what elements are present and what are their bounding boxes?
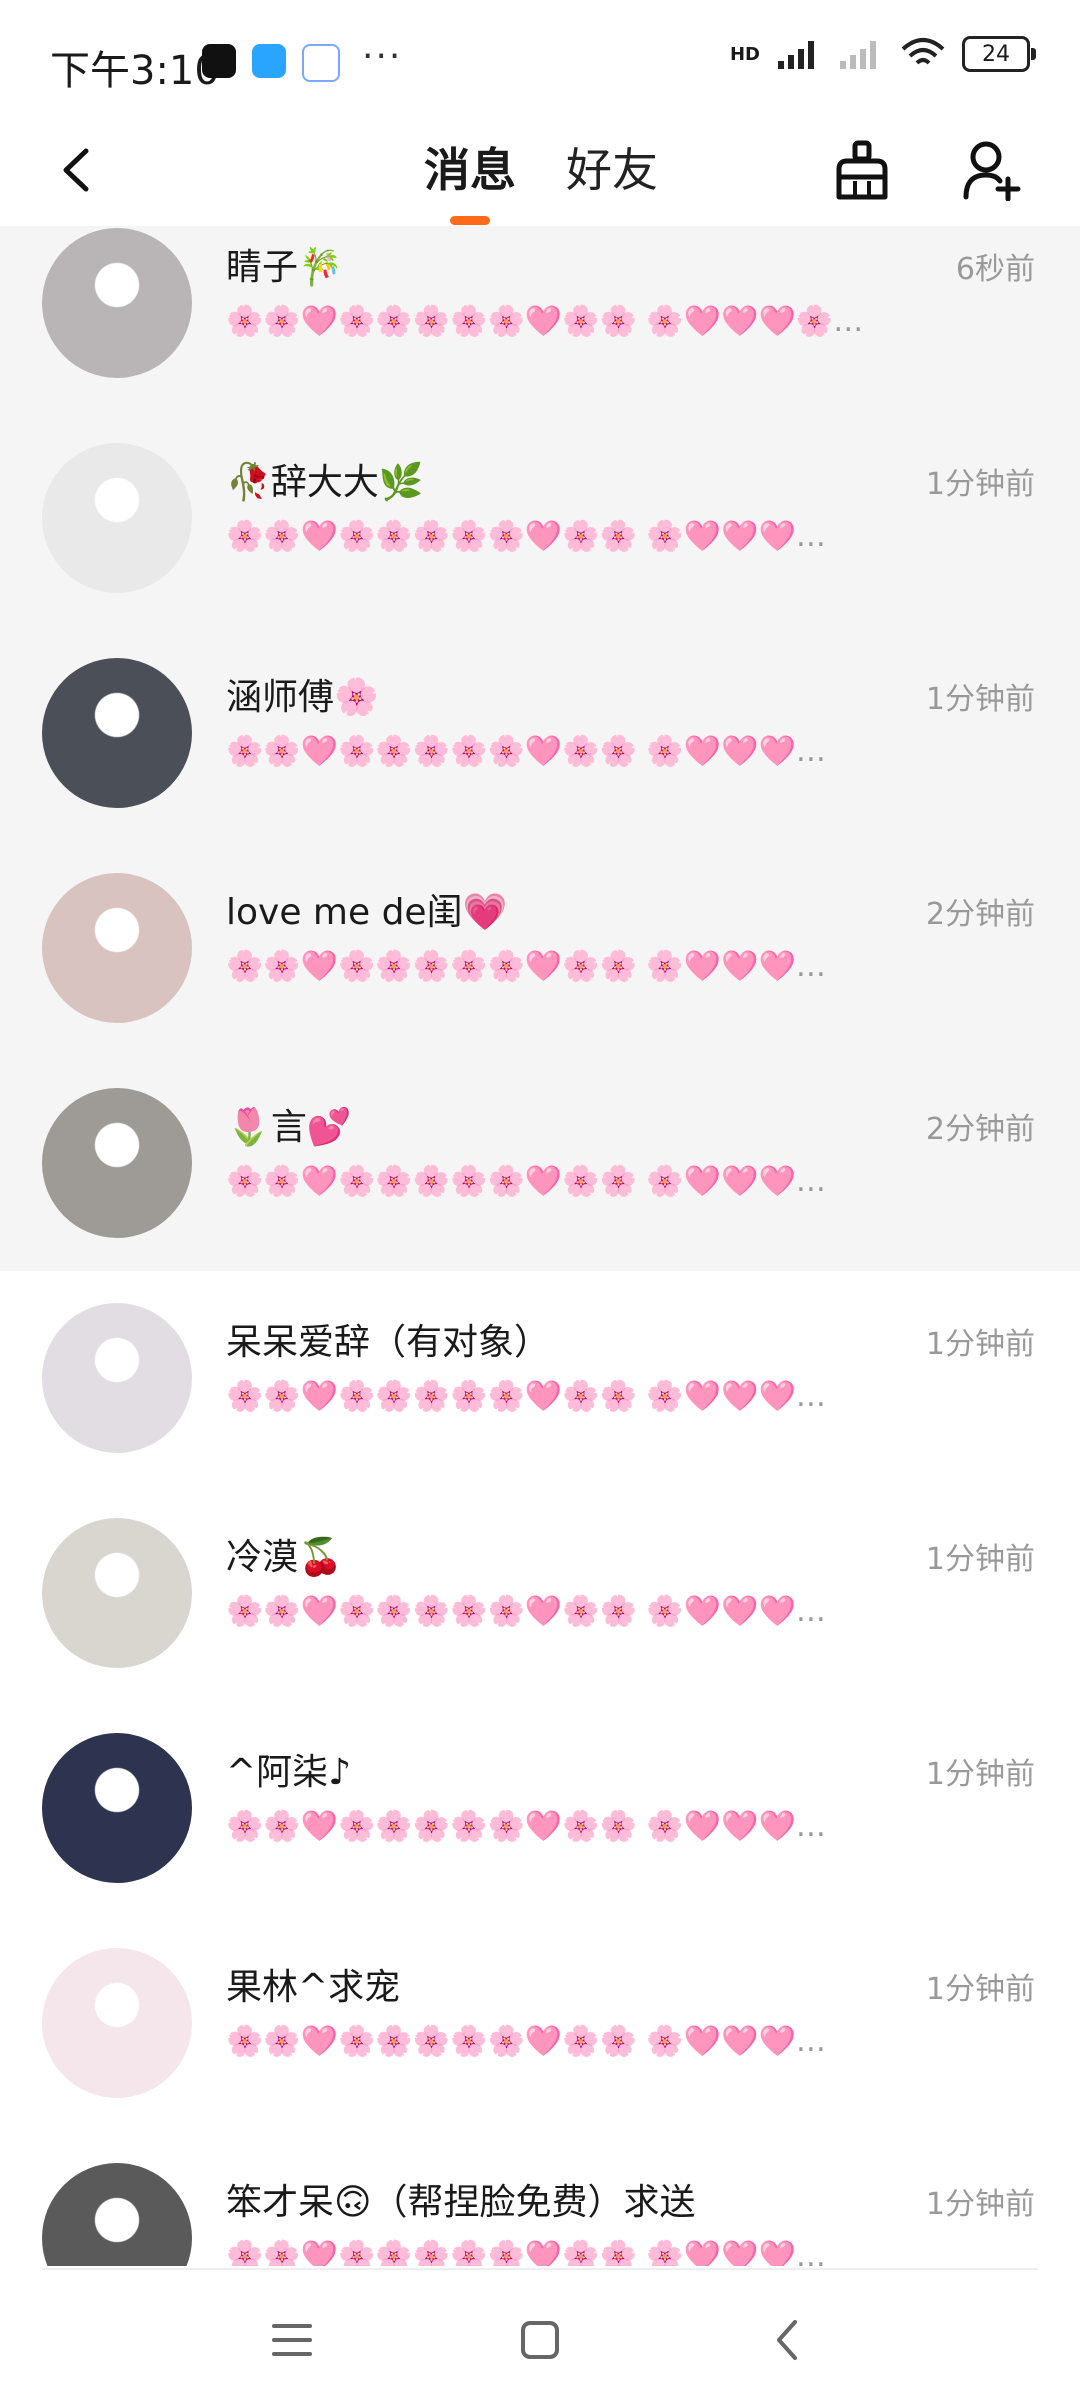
contact-name: 呆呆爱辞（有对象） <box>226 1322 551 1363</box>
status-indicators: HD 24 <box>729 36 1036 72</box>
message-preview: 🌸🌸🩷🌸🌸🌸🌸🌸🩷🌸🌸 🌸🩷🩷🩷… <box>226 1164 826 1199</box>
message-preview: 🌸🌸🩷🌸🌸🌸🌸🌸🩷🌸🌸 🌸🩷🩷🩷… <box>226 1809 826 1844</box>
contact-name: ^阿柒♪ <box>226 1752 352 1793</box>
avatar[interactable] <box>42 873 192 1023</box>
contact-name: 冷漠🍒 <box>226 1537 343 1578</box>
avatar[interactable] <box>42 658 192 808</box>
message-time: 2分钟前 <box>925 897 1035 932</box>
message-preview: 🌸🌸🩷🌸🌸🌸🌸🌸🩷🌸🌸 🌸🩷🩷🩷… <box>226 949 826 984</box>
tab-friends[interactable]: 好友 <box>566 134 658 200</box>
more-notifications-icon: ··· <box>362 36 403 77</box>
active-tab-indicator <box>450 216 490 225</box>
conversation-row[interactable]: ^阿柒♪ 1分钟前 🌸🌸🩷🌸🌸🌸🌸🌸🩷🌸🌸 🌸🩷🩷🩷… <box>0 1701 1080 1916</box>
conversation-row[interactable]: love me de闺💗 2分钟前 🌸🌸🩷🌸🌸🌸🌸🌸🩷🌸🌸 🌸🩷🩷🩷… <box>0 841 1080 1056</box>
message-time: 1分钟前 <box>925 1542 1035 1577</box>
conversation-row[interactable]: 涵师傅🌸 1分钟前 🌸🌸🩷🌸🌸🌸🌸🌸🩷🌸🌸 🌸🩷🩷🩷… <box>0 626 1080 841</box>
cloud-icon <box>302 44 340 82</box>
conversation-row[interactable]: 冷漠🍒 1分钟前 🌸🌸🩷🌸🌸🌸🌸🌸🩷🌸🌸 🌸🩷🩷🩷… <box>0 1486 1080 1701</box>
conversation-row[interactable]: 笨才呆🙃（帮捏脸免费）求送 1分钟前 🌸🌸🩷🌸🌸🌸🌸🌸🩷🌸🌸 🌸🩷🩷🩷… <box>0 2131 1080 2266</box>
tab-messages[interactable]: 消息 <box>424 134 516 200</box>
message-preview: 🌸🌸🩷🌸🌸🌸🌸🌸🩷🌸🌸 🌸🩷🩷🩷… <box>226 734 826 769</box>
conversation-row[interactable]: 睛子🎋 6秒前 🌸🌸🩷🌸🌸🌸🌸🌸🩷🌸🌸 🌸🩷🩷🩷🌸… <box>0 226 1080 411</box>
message-time: 1分钟前 <box>925 1757 1035 1792</box>
avatar[interactable] <box>42 1518 192 1668</box>
message-time: 1分钟前 <box>925 682 1035 717</box>
message-preview: 🌸🌸🩷🌸🌸🌸🌸🌸🩷🌸🌸 🌸🩷🩷🩷… <box>226 2024 826 2059</box>
avatar[interactable] <box>42 228 192 378</box>
battery-indicator: 24 <box>962 36 1036 72</box>
message-time: 1分钟前 <box>925 2187 1035 2222</box>
back-button[interactable] <box>36 130 116 210</box>
avatar[interactable] <box>42 1948 192 2098</box>
avatar[interactable] <box>42 1733 192 1883</box>
conversation-row[interactable]: 🌷言💕 2分钟前 🌸🌸🩷🌸🌸🌸🌸🌸🩷🌸🌸 🌸🩷🩷🩷… <box>0 1056 1080 1271</box>
message-time: 6秒前 <box>955 252 1035 287</box>
back-chevron-icon <box>777 2320 797 2360</box>
message-preview: 🌸🌸🩷🌸🌸🌸🌸🌸🩷🌸🌸 🌸🩷🩷🩷🌸… <box>226 304 864 339</box>
contact-name: love me de闺💗 <box>226 892 508 933</box>
status-time: 下午3:10 <box>50 48 220 94</box>
contact-name: 🌷言💕 <box>226 1107 352 1148</box>
system-nav-bar <box>0 2270 1080 2400</box>
back-arrow-icon <box>63 148 89 192</box>
avatar[interactable] <box>42 1088 192 1238</box>
contact-name: 睛子🎋 <box>226 247 343 288</box>
home-square-icon <box>521 2321 559 2359</box>
add-friend-button[interactable] <box>952 130 1032 210</box>
avatar[interactable] <box>42 443 192 593</box>
network-label: HD <box>729 43 760 65</box>
menu-icon <box>272 2324 312 2356</box>
status-bar: 下午3:10 ··· HD 24 <box>0 0 1080 120</box>
conversation-row[interactable]: 🥀辞大大🌿 1分钟前 🌸🌸🩷🌸🌸🌸🌸🌸🩷🌸🌸 🌸🩷🩷🩷… <box>0 411 1080 626</box>
message-time: 1分钟前 <box>925 1327 1035 1362</box>
clear-unread-button[interactable] <box>822 130 902 210</box>
signal-empty-icon <box>840 41 876 69</box>
message-preview: 🌸🌸🩷🌸🌸🌸🌸🌸🩷🌸🌸 🌸🩷🩷🩷… <box>226 1379 826 1414</box>
app-icon <box>252 44 286 78</box>
contact-name: 🥀辞大大🌿 <box>226 462 424 503</box>
message-time: 1分钟前 <box>925 1972 1035 2007</box>
home-button[interactable] <box>500 2300 580 2380</box>
battery-level: 24 <box>982 41 1010 67</box>
contact-name: 笨才呆🙃（帮捏脸免费）求送 <box>226 2182 696 2223</box>
wifi-icon <box>901 38 945 65</box>
conversation-row[interactable]: 果林^求宠 1分钟前 🌸🌸🩷🌸🌸🌸🌸🌸🩷🌸🌸 🌸🩷🩷🩷… <box>0 1916 1080 2131</box>
top-nav: 消息 好友 <box>0 120 1080 226</box>
message-time: 2分钟前 <box>925 1112 1035 1147</box>
message-preview: 🌸🌸🩷🌸🌸🌸🌸🌸🩷🌸🌸 🌸🩷🩷🩷… <box>226 519 826 554</box>
message-preview: 🌸🌸🩷🌸🌸🌸🌸🌸🩷🌸🌸 🌸🩷🩷🩷… <box>226 1594 826 1629</box>
signal-icon <box>778 41 814 69</box>
add-person-icon <box>963 141 1021 201</box>
message-preview: 🌸🌸🩷🌸🌸🌸🌸🌸🩷🌸🌸 🌸🩷🩷🩷… <box>226 2239 826 2266</box>
tiktok-icon <box>202 44 236 78</box>
contact-name: 涵师傅🌸 <box>226 677 379 718</box>
conversation-row[interactable]: 呆呆爱辞（有对象） 1分钟前 🌸🌸🩷🌸🌸🌸🌸🌸🩷🌸🌸 🌸🩷🩷🩷… <box>0 1271 1080 1486</box>
message-time: 1分钟前 <box>925 467 1035 502</box>
avatar[interactable] <box>42 2163 192 2266</box>
avatar[interactable] <box>42 1303 192 1453</box>
contact-name: 果林^求宠 <box>226 1967 401 2008</box>
recent-apps-button[interactable] <box>252 2300 332 2380</box>
system-back-button[interactable] <box>748 2300 828 2380</box>
broom-icon <box>836 140 888 200</box>
conversation-list[interactable]: 睛子🎋 6秒前 🌸🌸🩷🌸🌸🌸🌸🌸🩷🌸🌸 🌸🩷🩷🩷🌸… 🥀辞大大🌿 1分钟前 🌸🌸🩷🌸🌸🌸🌸… <box>0 226 1080 2266</box>
